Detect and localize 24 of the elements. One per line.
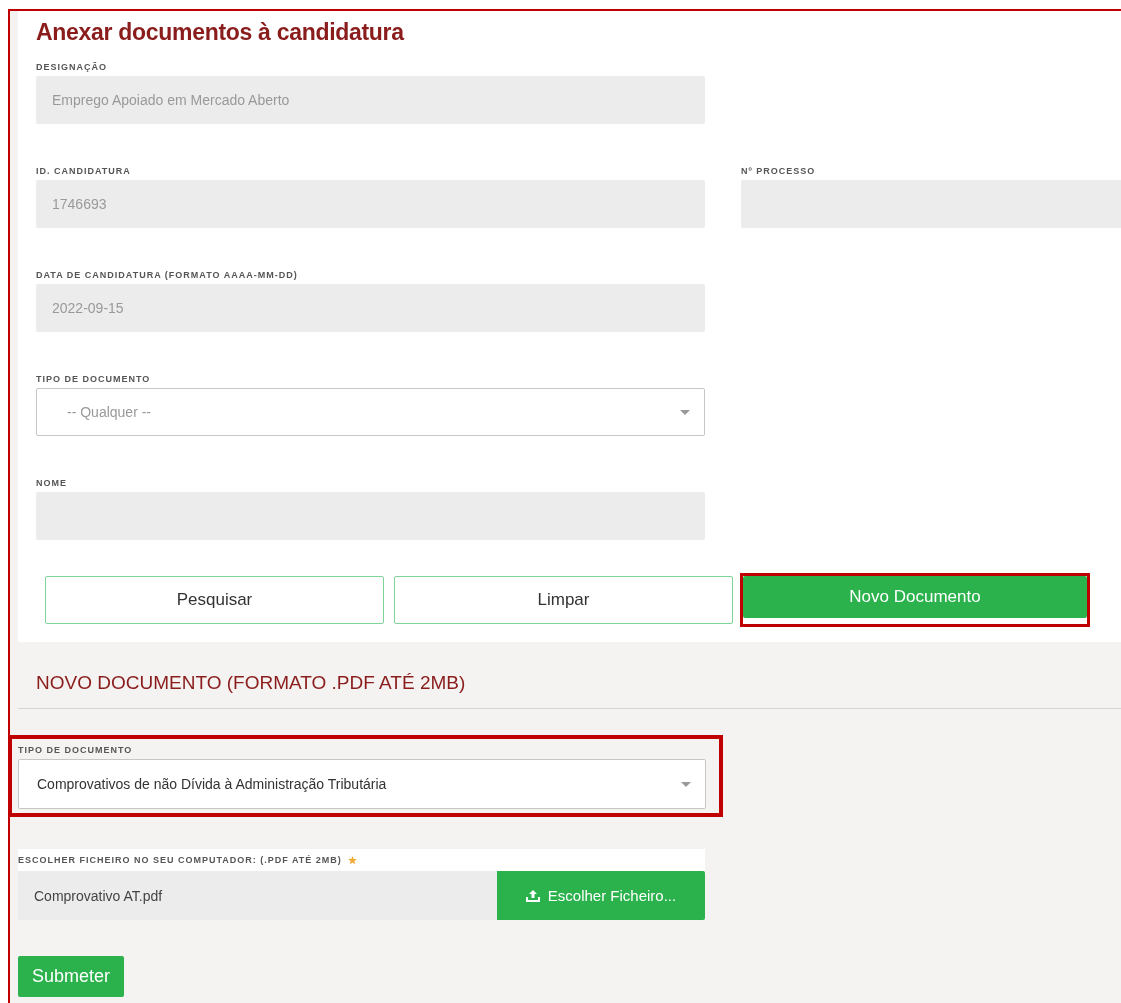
field-label: ESCOLHER FICHEIRO NO SEU COMPUTADOR: (.PDF ATÉ 2MB): [18, 855, 342, 865]
caret-icon: [680, 409, 690, 415]
form-title: Anexar documentos à candidatura: [36, 19, 406, 46]
input-field[interactable]: 1746693: [36, 180, 705, 228]
form-button[interactable]: Limpar: [394, 576, 733, 624]
section-heading: NOVO DOCUMENTO (FORMATO .PDF ATÉ 2MB): [36, 672, 467, 694]
input-field[interactable]: 2022-09-15: [36, 284, 705, 332]
file-name-field[interactable]: Comprovativo AT.pdf: [18, 871, 497, 920]
select-field[interactable]: -- Qualquer --: [36, 388, 705, 436]
select-field[interactable]: Comprovativos de não Dívida à Administração Tributária: [18, 759, 706, 809]
field-label: ID. CANDIDATURA: [36, 166, 132, 176]
submit-button[interactable]: Submeter: [18, 956, 125, 997]
field-label: DATA DE CANDIDATURA (FORMATO AAAA-MM-DD): [36, 270, 299, 280]
field-label: DESIGNAÇÃO: [36, 62, 108, 72]
form-button[interactable]: Novo Documento: [743, 576, 1087, 618]
choose-file-button[interactable]: Escolher Ficheiro...: [497, 871, 705, 920]
field-label: TIPO DE DOCUMENTO: [18, 745, 134, 755]
input-field[interactable]: Emprego Apoiado em Mercado Aberto: [36, 76, 705, 124]
field-label: NOME: [36, 478, 68, 488]
upload-icon: [525, 889, 540, 902]
field-label: Nº PROCESSO: [741, 166, 817, 176]
form-button[interactable]: Pesquisar: [45, 576, 384, 624]
caret-icon: [681, 781, 691, 787]
field-label: TIPO DE DOCUMENTO: [36, 374, 152, 384]
